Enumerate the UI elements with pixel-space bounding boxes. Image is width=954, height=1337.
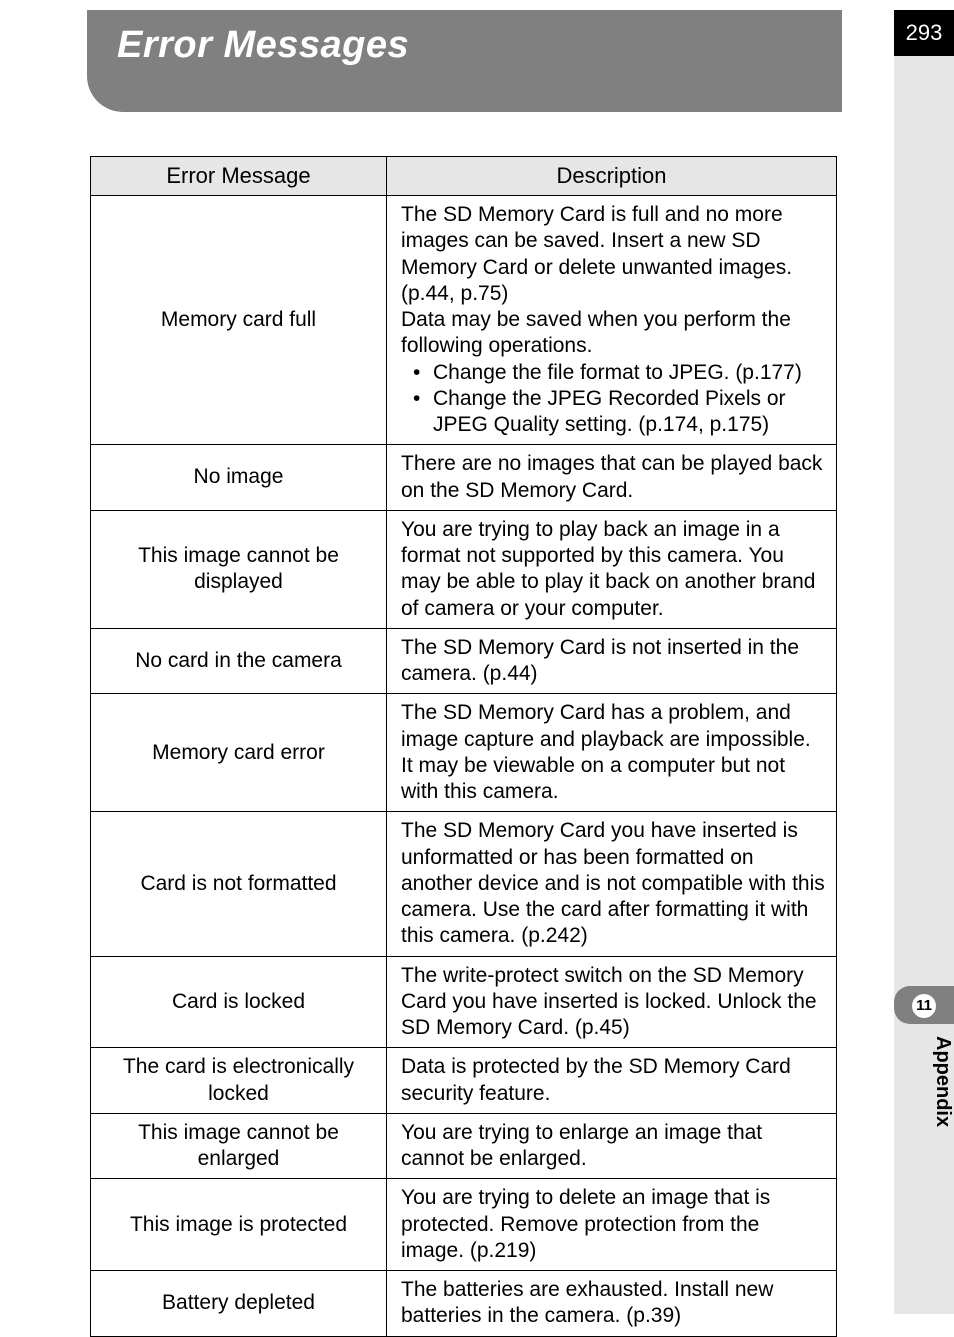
- chapter-label: Appendix: [894, 1036, 954, 1236]
- error-description-cell: The SD Memory Card is full and no more i…: [387, 196, 837, 445]
- error-message-cell: Card is locked: [91, 956, 387, 1048]
- error-description-cell: You are trying to enlarge an image that …: [387, 1113, 837, 1179]
- table-header-row: Error Message Description: [91, 157, 837, 196]
- error-description-cell: The SD Memory Card is not inserted in th…: [387, 628, 837, 694]
- table-row: No imageThere are no images that can be …: [91, 445, 837, 511]
- error-message-cell: No card in the camera: [91, 628, 387, 694]
- error-description-cell: There are no images that can be played b…: [387, 445, 837, 511]
- error-message-cell: Battery depleted: [91, 1271, 387, 1337]
- error-description-cell: The SD Memory Card you have inserted is …: [387, 812, 837, 956]
- error-message-cell: Card is not formatted: [91, 812, 387, 956]
- error-description-cell: You are trying to play back an image in …: [387, 510, 837, 628]
- chapter-number-badge: 11: [894, 986, 954, 1024]
- table-row: The card is electronically lockedData is…: [91, 1048, 837, 1114]
- description-bullets: Change the file format to JPEG. (p.177)C…: [401, 360, 826, 439]
- error-message-cell: This image cannot be displayed: [91, 510, 387, 628]
- table-row: No card in the cameraThe SD Memory Card …: [91, 628, 837, 694]
- error-message-cell: Memory card error: [91, 694, 387, 812]
- table-row: Memory card errorThe SD Memory Card has …: [91, 694, 837, 812]
- error-description-cell: The write-protect switch on the SD Memor…: [387, 956, 837, 1048]
- error-description-cell: The SD Memory Card has a problem, and im…: [387, 694, 837, 812]
- error-message-cell: This image cannot be enlarged: [91, 1113, 387, 1179]
- error-description-cell: The batteries are exhausted. Install new…: [387, 1271, 837, 1337]
- page-header-bar: Error Messages: [87, 10, 842, 112]
- error-messages-table: Error Message Description Memory card fu…: [90, 156, 837, 1337]
- error-messages-table-wrap: Error Message Description Memory card fu…: [90, 156, 836, 1337]
- chapter-number: 11: [912, 994, 936, 1018]
- table-row: This image cannot be displayedYou are tr…: [91, 510, 837, 628]
- description-bullet-item: Change the JPEG Recorded Pixels or JPEG …: [419, 386, 826, 439]
- table-row: Memory card fullThe SD Memory Card is fu…: [91, 196, 837, 445]
- error-description-cell: You are trying to delete an image that i…: [387, 1179, 837, 1271]
- table-row: Card is not formattedThe SD Memory Card …: [91, 812, 837, 956]
- col-header-message: Error Message: [91, 157, 387, 196]
- table-row: This image is protectedYou are trying to…: [91, 1179, 837, 1271]
- error-message-cell: This image is protected: [91, 1179, 387, 1271]
- table-row: Card is lockedThe write-protect switch o…: [91, 956, 837, 1048]
- table-row: Battery depletedThe batteries are exhaus…: [91, 1271, 837, 1337]
- page-title: Error Messages: [87, 10, 842, 67]
- table-row: This image cannot be enlargedYou are try…: [91, 1113, 837, 1179]
- col-header-description: Description: [387, 157, 837, 196]
- page-number: 293: [894, 10, 954, 56]
- error-message-cell: No image: [91, 445, 387, 511]
- error-message-cell: Memory card full: [91, 196, 387, 445]
- description-bullet-item: Change the file format to JPEG. (p.177): [419, 360, 826, 386]
- error-description-cell: Data is protected by the SD Memory Card …: [387, 1048, 837, 1114]
- error-message-cell: The card is electronically locked: [91, 1048, 387, 1114]
